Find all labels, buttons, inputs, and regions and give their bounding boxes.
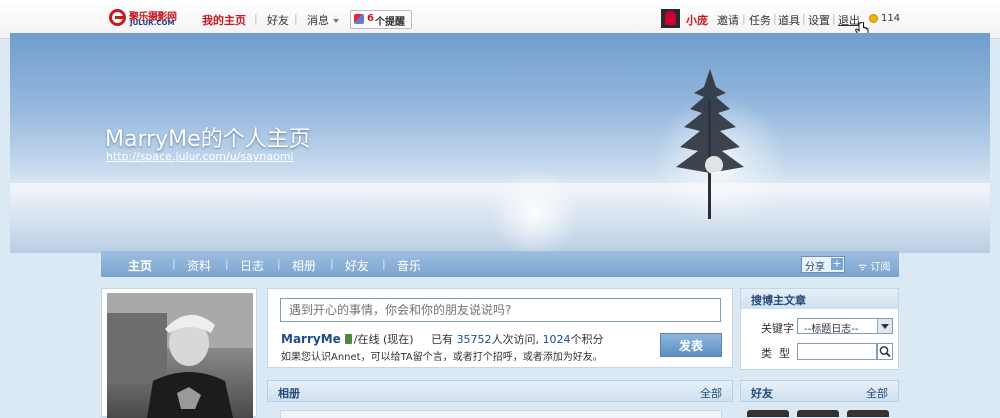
visits-prefix: 已有: [431, 333, 454, 346]
my-home-link[interactable]: 我的主页: [202, 12, 246, 28]
search-box-title: 搜博主文章: [751, 294, 806, 307]
task-link[interactable]: 任务: [749, 12, 771, 28]
share-button[interactable]: 分享 +: [801, 256, 845, 273]
search-category-select[interactable]: --标题日志--: [797, 318, 893, 335]
owner-info: MarryMe/在线 (现在) 已有 35752人次访问, 1024个积分: [281, 331, 604, 347]
separator: |: [225, 257, 229, 270]
tab-friends[interactable]: 好友: [345, 257, 369, 274]
visits-suffix: 人次访问,: [491, 333, 540, 346]
tab-blog[interactable]: 日志: [240, 257, 264, 274]
friends-link[interactable]: 好友: [267, 12, 289, 28]
search-icon[interactable]: [877, 343, 893, 360]
messages-menu[interactable]: 消息: [307, 12, 339, 28]
separator: |: [802, 12, 806, 25]
friend-avatar[interactable]: [847, 410, 889, 417]
rss-icon: ᯤ: [858, 262, 868, 273]
submit-post-button[interactable]: 发表: [660, 333, 722, 357]
notification-count: 6: [367, 13, 374, 24]
search-box-header: 搜博主文章: [741, 289, 898, 309]
status-post-panel: MarryMe/在线 (现在) 已有 35752人次访问, 1024个积分 如果…: [267, 288, 733, 368]
profile-url-link[interactable]: http://space.julur.com/u/saynaomi: [106, 150, 294, 163]
chevron-down-icon: [333, 19, 339, 23]
separator: |: [172, 257, 176, 270]
album-view-all-link[interactable]: 全部: [700, 385, 722, 401]
points-suffix: 个积分: [570, 333, 604, 346]
share-label: 分享: [805, 262, 825, 273]
keyword-label: 关键字: [761, 322, 794, 335]
mobile-icon: [344, 334, 352, 344]
separator: |: [382, 257, 386, 270]
tree-image: [676, 69, 744, 219]
notification-icon: [354, 14, 364, 24]
coin-count: 114: [881, 13, 901, 24]
friends-view-all-link[interactable]: 全部: [866, 385, 888, 401]
points-count: 1024: [542, 333, 571, 346]
logo-text-en: JULUR.COM: [130, 19, 175, 27]
friends-box-title: 好友: [751, 387, 773, 400]
separator: |: [773, 12, 777, 25]
type-label: 类 型: [761, 347, 790, 360]
separator: |: [832, 12, 836, 25]
separator: |: [254, 12, 258, 25]
tab-albums[interactable]: 相册: [292, 257, 316, 274]
friends-section-header: 好友 全部: [740, 380, 899, 402]
site-logo[interactable]: 聚乐摄影网 JULUR.COM: [109, 7, 177, 29]
coin-icon: [869, 14, 878, 23]
profile-photo[interactable]: [101, 288, 257, 418]
chevron-down-icon: [877, 319, 892, 333]
notifications-button[interactable]: 6 个提醒: [350, 10, 412, 29]
messages-label: 消息: [307, 14, 329, 27]
settings-link[interactable]: 设置: [808, 12, 830, 28]
owner-name-link[interactable]: MarryMe: [281, 332, 341, 346]
user-avatar-icon[interactable]: [661, 9, 680, 28]
profile-title: MarryMe的个人主页: [105, 127, 311, 152]
username-link[interactable]: 小庞: [686, 12, 708, 28]
tab-music[interactable]: 音乐: [397, 257, 421, 274]
logo-icon: [109, 9, 126, 26]
friends-list: [745, 410, 895, 417]
separator: |: [330, 257, 334, 270]
separator: |: [277, 257, 281, 270]
separator: |: [294, 12, 298, 25]
guest-hint: 如果您认识Annet，可以给TA留个言，或者打个招呼，或者添加为好友。: [281, 352, 603, 363]
plus-icon: +: [831, 257, 843, 270]
status-input[interactable]: [280, 298, 721, 322]
subscribe-link[interactable]: ᯤ 订阅: [858, 258, 890, 273]
profile-tabs: 主页 | 资料 | 日志 | 相册 | 好友 | 音乐 分享 + ᯤ 订阅: [101, 251, 899, 277]
search-category-value: --标题日志--: [804, 324, 859, 335]
search-keyword-input[interactable]: [797, 343, 877, 360]
article-search-box: 搜博主文章 关键字 --标题日志-- 类 型: [740, 288, 899, 370]
separator: |: [742, 12, 746, 25]
snow-glow: [480, 173, 590, 253]
tab-home[interactable]: 主页: [128, 257, 152, 274]
visit-count: 35752: [456, 333, 492, 346]
subscribe-label: 订阅: [870, 262, 891, 273]
props-link[interactable]: 道具: [778, 12, 800, 28]
invite-link[interactable]: 邀请: [717, 12, 739, 28]
online-status: /在线 (现在): [353, 333, 414, 346]
friend-avatar[interactable]: [797, 410, 839, 417]
profile-banner: MarryMe的个人主页 http://space.julur.com/u/sa…: [10, 33, 990, 253]
avatar: [107, 293, 253, 418]
album-title: 相册: [278, 387, 300, 400]
notification-label: 个提醒: [375, 17, 405, 28]
friend-avatar[interactable]: [747, 410, 789, 417]
tab-profile[interactable]: 资料: [187, 257, 211, 274]
album-section-header: 相册 全部: [267, 380, 733, 402]
